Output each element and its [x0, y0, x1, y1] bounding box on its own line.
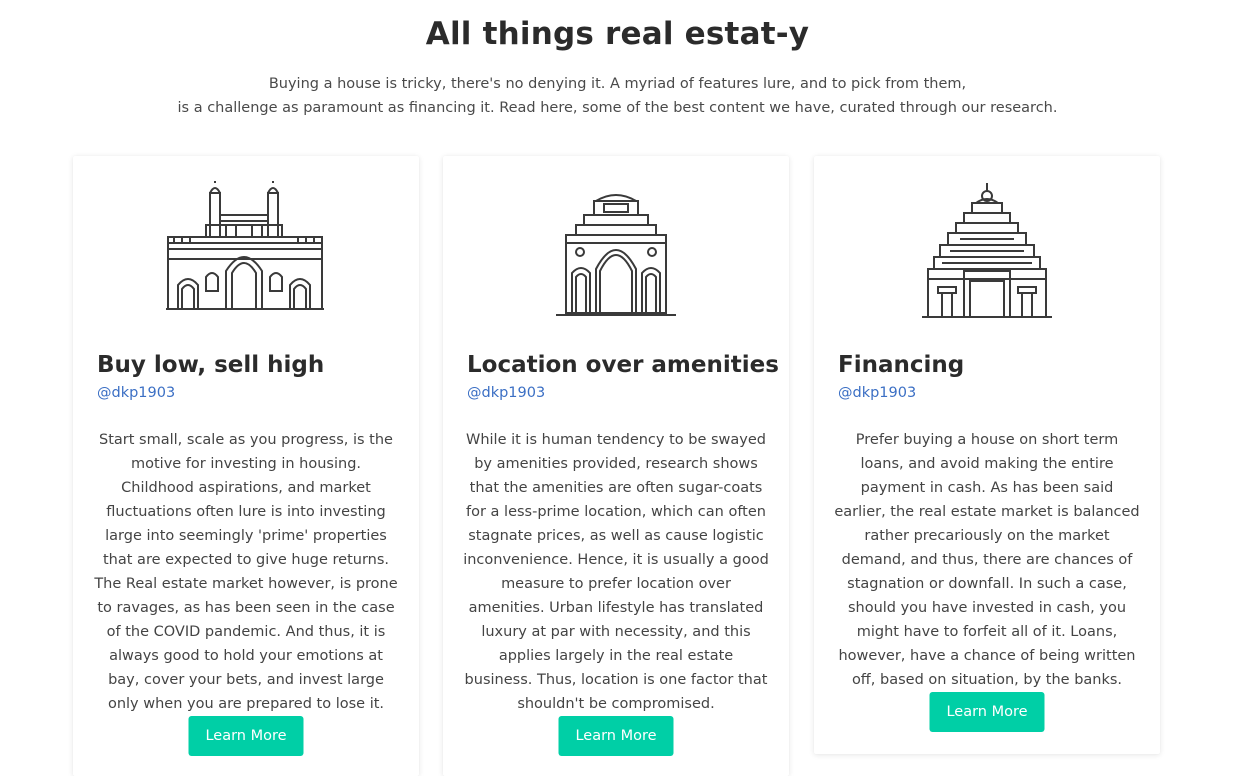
- card-body-text: While it is human tendency to be swayed …: [463, 432, 769, 712]
- learn-more-button[interactable]: Learn More: [929, 692, 1045, 732]
- learn-more-button[interactable]: Learn More: [188, 716, 304, 756]
- card-title: Financing: [838, 352, 965, 378]
- article-card-location: Location over amenities @dkp1903 While i…: [443, 156, 789, 776]
- card-body-text: Prefer buying a house on short term loan…: [834, 432, 1140, 688]
- intro-line-2: is a challenge as paramount as financing…: [177, 100, 1058, 116]
- intro-text: Buying a house is tricky, there's no den…: [0, 72, 1235, 120]
- author-handle-link[interactable]: @dkp1903: [467, 385, 545, 401]
- card-title: Buy low, sell high: [97, 352, 325, 378]
- article-card-buy-low: Buy low, sell high @dkp1903 Start small,…: [73, 156, 419, 776]
- card-title: Location over amenities: [467, 352, 779, 378]
- learn-more-button[interactable]: Learn More: [558, 716, 674, 756]
- article-card-financing: Financing @dkp1903 Prefer buying a house…: [814, 156, 1160, 754]
- card-body-text: Start small, scale as you progress, is t…: [94, 432, 398, 712]
- author-handle-link[interactable]: @dkp1903: [97, 385, 175, 401]
- author-handle-link[interactable]: @dkp1903: [838, 385, 916, 401]
- gateway-of-india-icon: [73, 181, 419, 341]
- page-title: All things real estat-y: [425, 16, 810, 52]
- page-header: All things real estat-y Buying a house i…: [0, 0, 1235, 120]
- intro-line-1: Buying a house is tricky, there's no den…: [268, 76, 967, 92]
- article-cards: Buy low, sell high @dkp1903 Start small,…: [73, 156, 1161, 776]
- temple-icon: [814, 181, 1160, 341]
- india-gate-icon: [443, 181, 789, 341]
